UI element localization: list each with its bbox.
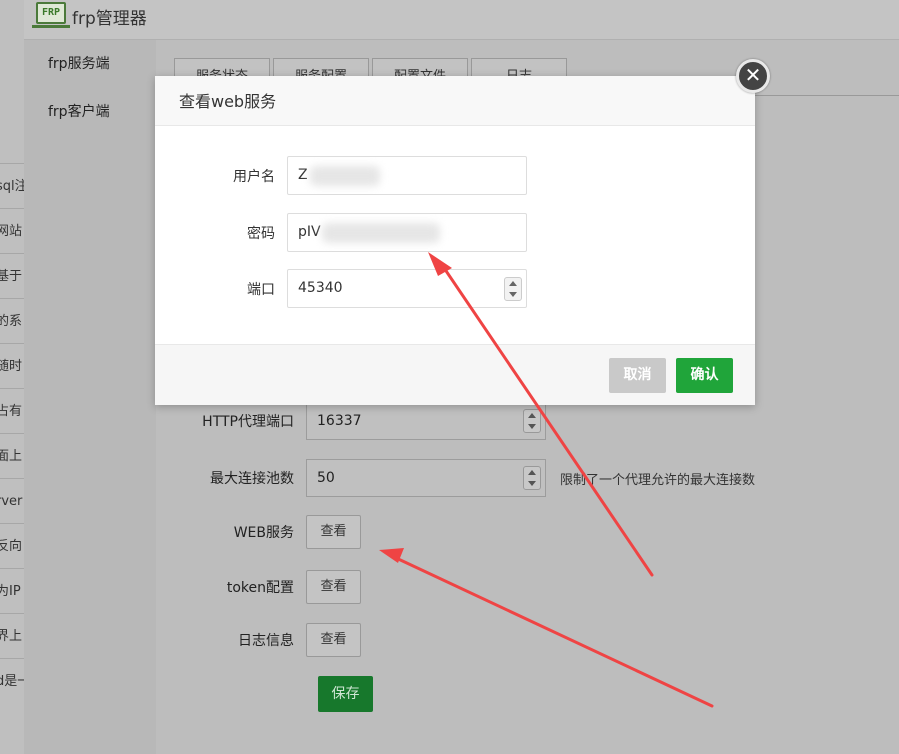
cancel-button[interactable]: 取消 <box>609 358 666 393</box>
left-strip-item: 随时 <box>0 343 24 388</box>
http-port-label: HTTP代理端口 <box>202 414 294 430</box>
username-row: 用户名 Z <box>155 156 527 195</box>
left-strip-item: 的系 <box>0 298 24 343</box>
spinner-icon[interactable] <box>523 466 541 490</box>
app-title: frp管理器 <box>72 9 147 29</box>
password-value: pIV <box>298 224 321 240</box>
username-label: 用户名 <box>233 168 275 185</box>
token-label: token配置 <box>226 580 294 596</box>
password-row: 密码 pIV <box>155 213 527 252</box>
max-pool-value: 50 <box>317 470 335 486</box>
web-service-dialog: 查看web服务 ✕ 用户名 Z 密码 pIV 端口 45340 取消 确认 <box>155 59 770 405</box>
left-strip-item: 基于 <box>0 253 24 298</box>
max-pool-input[interactable]: 50 <box>306 459 546 497</box>
left-strip-item: 网站 <box>0 208 24 253</box>
close-icon: ✕ <box>744 63 762 87</box>
redaction-blur <box>322 223 440 243</box>
token-view-button[interactable]: 查看 <box>306 570 361 604</box>
app-titlebar: FRP frp管理器 <box>24 0 899 40</box>
web-service-label: WEB服务 <box>233 525 294 541</box>
password-field[interactable]: pIV <box>287 213 527 252</box>
left-strip-item: 面上 <box>0 433 24 478</box>
max-pool-hint: 限制了一个代理允许的最大连接数 <box>560 472 756 488</box>
max-pool-label: 最大连接池数 <box>210 471 294 487</box>
left-strip-item: 反向 <box>0 523 24 568</box>
dialog-title: 查看web服务 <box>155 76 755 126</box>
left-strip-item: 界上 <box>0 613 24 658</box>
confirm-button[interactable]: 确认 <box>676 358 733 393</box>
username-value: Z <box>298 167 308 183</box>
password-label: 密码 <box>247 225 275 242</box>
left-strip-item: 为IP <box>0 568 24 613</box>
username-field[interactable]: Z <box>287 156 527 195</box>
sidebar-item-frp-client[interactable]: frp客户端 <box>24 88 156 136</box>
left-strip-item: d是一 <box>0 658 24 703</box>
background-left-strip: sql注 网站 基于 的系 随时 占有 面上 rver 反向 为IP 界上 d是… <box>0 0 24 754</box>
log-label: 日志信息 <box>238 633 294 649</box>
log-row: 日志信息 查看 <box>156 623 361 657</box>
http-port-value: 16337 <box>317 413 362 429</box>
http-port-row: HTTP代理端口 16337 <box>156 402 546 440</box>
left-strip-item: rver <box>0 478 24 523</box>
frp-logo-icon: FRP <box>32 2 70 28</box>
token-row: token配置 查看 <box>156 570 361 604</box>
left-strip-item: 占有 <box>0 388 24 433</box>
sidebar-item-frp-server[interactable]: frp服务端 <box>24 40 156 88</box>
save-button[interactable]: 保存 <box>318 676 373 712</box>
spinner-icon[interactable] <box>523 409 541 433</box>
port-value: 45340 <box>298 280 343 296</box>
web-service-view-button[interactable]: 查看 <box>306 515 361 549</box>
port-row: 端口 45340 <box>155 269 527 308</box>
dialog-footer: 取消 确认 <box>155 344 755 405</box>
port-field[interactable]: 45340 <box>287 269 527 308</box>
close-button[interactable]: ✕ <box>736 59 770 93</box>
spinner-icon[interactable] <box>504 277 522 301</box>
port-label: 端口 <box>247 281 275 298</box>
redaction-blur <box>310 166 380 186</box>
max-pool-row: 最大连接池数 50 限制了一个代理允许的最大连接数 <box>156 459 755 497</box>
log-view-button[interactable]: 查看 <box>306 623 361 657</box>
left-strip-item: sql注 <box>0 163 24 208</box>
sidebar: frp服务端 frp客户端 <box>24 40 156 754</box>
http-port-input[interactable]: 16337 <box>306 402 546 440</box>
web-service-row: WEB服务 查看 <box>156 515 361 549</box>
